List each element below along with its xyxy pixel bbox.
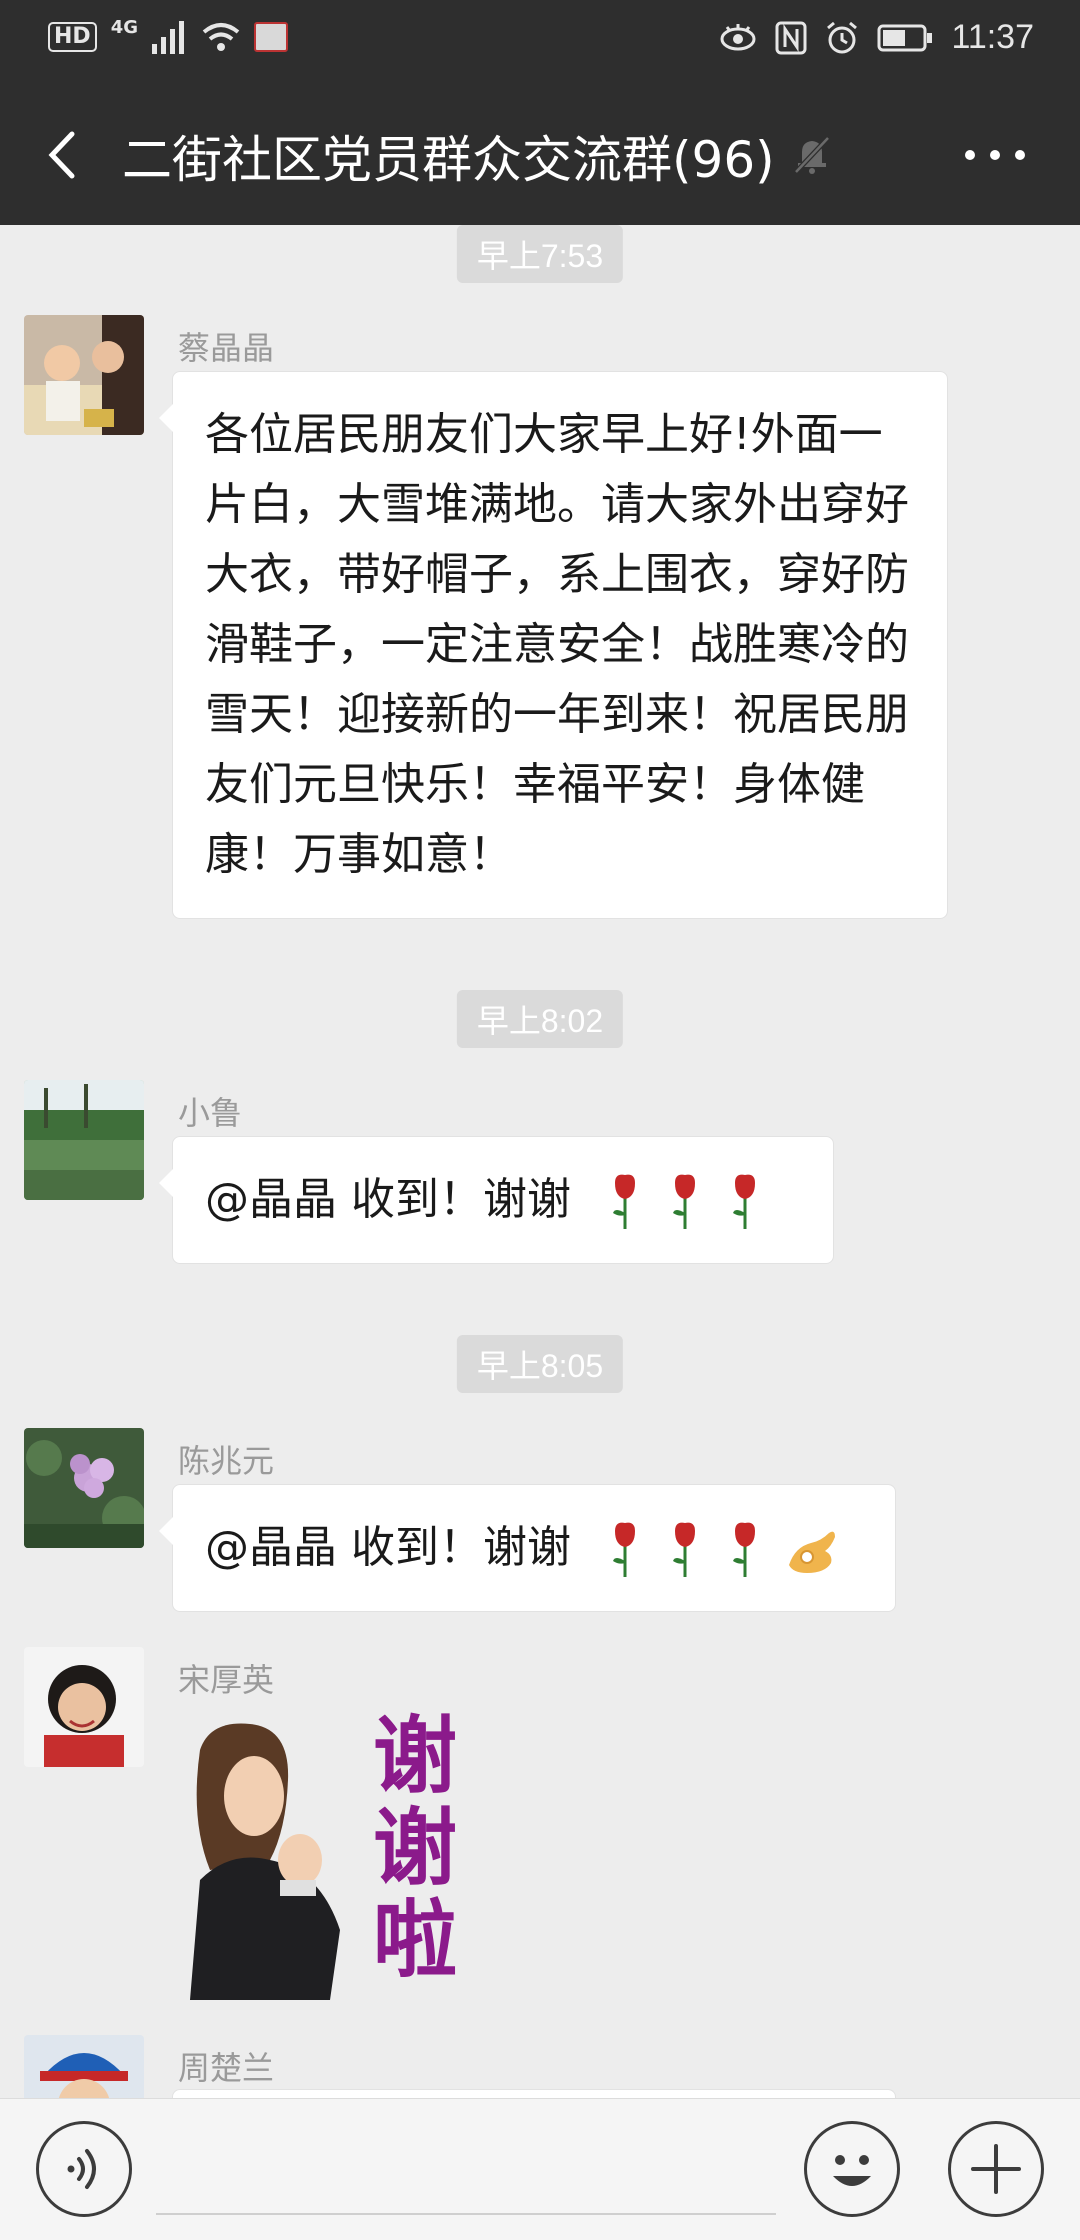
emoji-button[interactable] bbox=[804, 2121, 900, 2217]
voice-icon bbox=[67, 2149, 96, 2189]
ok-hand-emoji-icon bbox=[789, 1531, 835, 1573]
status-time: 11:37 bbox=[951, 18, 1034, 56]
sticker-char: 啦 bbox=[372, 1890, 457, 1989]
message-bubble[interactable] bbox=[172, 2089, 896, 2098]
sender-name: 小鲁 bbox=[178, 1094, 243, 1132]
wifi-icon bbox=[202, 23, 240, 51]
message-timestamp: 早上8:02 bbox=[456, 990, 624, 1048]
chevron-left-icon bbox=[48, 131, 75, 179]
rose-emoji-icon bbox=[733, 1522, 755, 1577]
status-bar: HD 4G 11:37 bbox=[0, 0, 1080, 80]
alarm-icon bbox=[827, 21, 858, 53]
message-bubble[interactable]: @晶晶 收到！谢谢 bbox=[159, 1136, 834, 1264]
input-bar bbox=[0, 2098, 1080, 2240]
message-text: @晶晶 收到！谢谢 bbox=[205, 1522, 571, 1573]
more-options-button[interactable] bbox=[960, 140, 1030, 170]
message-timestamp: 早上8:05 bbox=[456, 1335, 624, 1393]
sender-name: 周楚兰 bbox=[178, 2049, 275, 2087]
sticker-char: 谢 bbox=[372, 1706, 457, 1805]
avatar[interactable] bbox=[24, 315, 144, 435]
message-bubble[interactable]: @晶晶 收到！谢谢 bbox=[159, 1484, 896, 1612]
voice-button[interactable] bbox=[36, 2121, 132, 2217]
avatar[interactable] bbox=[24, 1647, 144, 1767]
sticker-char: 谢 bbox=[372, 1798, 457, 1897]
avatar[interactable] bbox=[24, 1080, 144, 1200]
battery-icon bbox=[877, 24, 933, 51]
chat-header: 二街社区党员群众交流群(96) bbox=[0, 80, 1080, 225]
more-functions-button[interactable] bbox=[948, 2121, 1044, 2217]
back-button[interactable] bbox=[36, 120, 96, 190]
sticker-caption: 谢 谢 啦 bbox=[360, 1710, 470, 1986]
network-type: 4G bbox=[110, 16, 138, 38]
rose-emoji-icon bbox=[733, 1174, 755, 1229]
sender-name: 宋厚英 bbox=[178, 1661, 275, 1699]
nfc-icon bbox=[775, 21, 807, 54]
rose-emoji-icon bbox=[613, 1522, 635, 1577]
hd-icon: HD bbox=[48, 22, 97, 52]
sender-name: 蔡晶晶 bbox=[178, 329, 275, 367]
message-input[interactable] bbox=[156, 2119, 776, 2215]
app-notification-icon bbox=[254, 22, 288, 52]
chat-title: 二街社区党员群众交流群(96) bbox=[122, 131, 775, 189]
avatar[interactable] bbox=[24, 2035, 144, 2098]
message-timestamp: 早上7:53 bbox=[456, 225, 624, 283]
rose-emoji-icon bbox=[613, 1174, 635, 1229]
message-bubble[interactable]: 各位居民朋友们大家早上好!外面一片白，大雪堆满地。请大家外出穿好大衣，带好帽子，… bbox=[159, 371, 948, 919]
message-list[interactable]: 早上7:53 蔡晶晶 各位居民朋友们大家早上好!外面一片白，大雪堆满地。请大家外… bbox=[0, 225, 1080, 2098]
signal-icon bbox=[152, 21, 184, 54]
emoji-icon bbox=[833, 2155, 871, 2186]
avatar[interactable] bbox=[24, 1428, 144, 1548]
more-dots-icon bbox=[965, 150, 1025, 160]
rose-emoji-icon bbox=[673, 1174, 695, 1229]
sender-name: 陈兆元 bbox=[178, 1442, 275, 1480]
bell-muted-icon bbox=[794, 136, 830, 174]
sticker-image[interactable]: 谢 谢 啦 bbox=[170, 1710, 470, 2000]
plus-icon bbox=[971, 2144, 1021, 2194]
message-text: 各位居民朋友们大家早上好!外面一片白，大雪堆满地。请大家外出穿好大衣，带好帽子，… bbox=[205, 409, 909, 880]
message-text: @晶晶 收到！谢谢 bbox=[205, 1174, 571, 1225]
eye-icon bbox=[720, 23, 756, 50]
rose-emoji-icon bbox=[673, 1522, 695, 1577]
